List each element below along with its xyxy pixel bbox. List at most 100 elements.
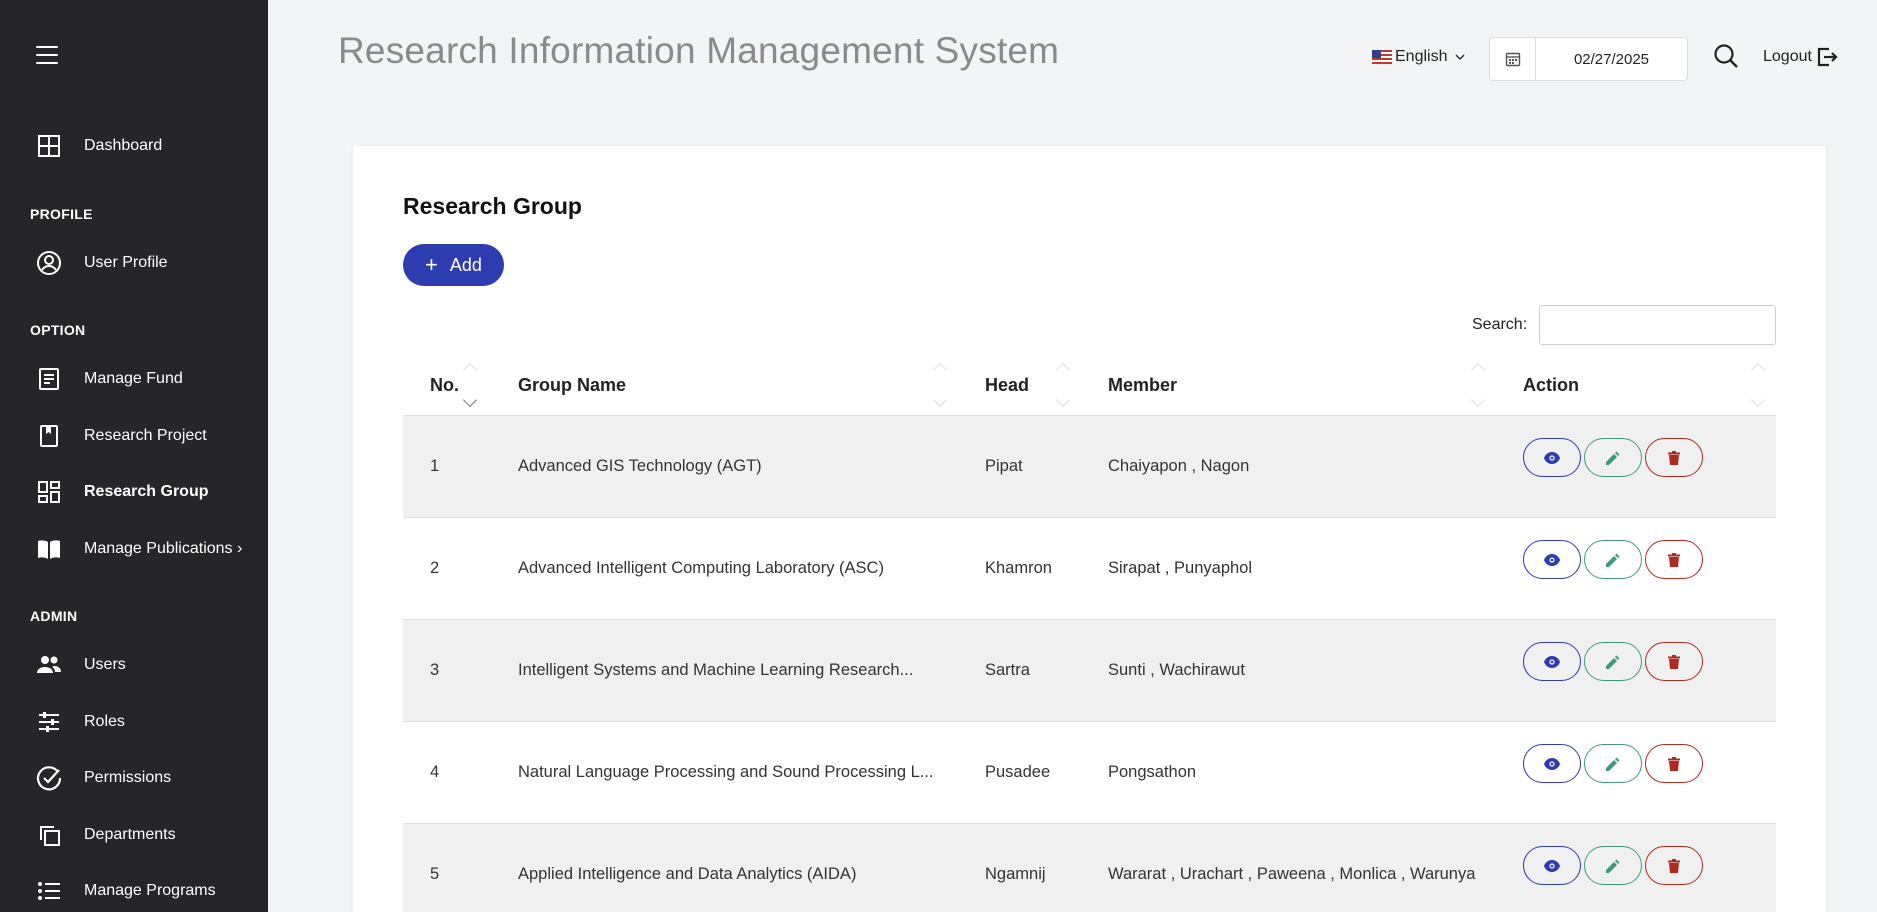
table-row: 3 Intelligent Systems and Machine Learni… [403, 620, 1776, 722]
sidebar-item-research-project[interactable]: Research Project [36, 418, 258, 454]
edit-button[interactable] [1584, 744, 1642, 783]
trash-icon [1668, 552, 1680, 567]
view-button[interactable] [1523, 438, 1581, 477]
sidebar-item-manage-programs[interactable]: Manage Programs [36, 873, 258, 909]
row-actions [1523, 744, 1703, 783]
us-flag-icon [1372, 50, 1392, 64]
sidebar-item-users[interactable]: Users [36, 647, 258, 683]
edit-button[interactable] [1584, 438, 1642, 477]
book-icon [36, 423, 62, 449]
language-label: English [1395, 48, 1448, 65]
sidebar-item-dashboard[interactable]: Dashboard [36, 128, 258, 164]
group-head: Pipat [985, 456, 1023, 475]
sidebar-item-research-group[interactable]: Research Group [36, 474, 258, 510]
sidebar-item-departments[interactable]: Departments [36, 817, 258, 853]
sort-icon[interactable] [1055, 359, 1071, 408]
edit-button[interactable] [1584, 642, 1642, 681]
sort-icon[interactable] [1750, 359, 1766, 408]
date-value: 02/27/2025 [1573, 50, 1650, 68]
logout-label: Logout [1763, 48, 1812, 65]
sidebar-item-manage-publications[interactable]: Manage Publications › [36, 531, 258, 567]
sort-icon[interactable] [1470, 359, 1486, 408]
sidebar-item-label: Research Group [84, 483, 209, 500]
eye-icon [1544, 655, 1560, 668]
table-row: 1 Advanced GIS Technology (AGT) Pipat Ch… [403, 416, 1776, 518]
sidebar-item-label: Manage Programs [84, 882, 216, 899]
group-name: Intelligent Systems and Machine Learning… [518, 660, 914, 679]
sliders-icon [36, 709, 62, 735]
sidebar-item-label: Manage Publications › [84, 540, 243, 557]
table-body: 1 Advanced GIS Technology (AGT) Pipat Ch… [403, 416, 1776, 912]
group-members: Wararat , Urachart , Paweena , Monlica ,… [1108, 864, 1476, 883]
delete-button[interactable] [1645, 744, 1703, 783]
sidebar-item-permissions[interactable]: Permissions [36, 760, 258, 796]
row-number: 3 [430, 660, 440, 679]
search-label: Search: [1472, 316, 1528, 333]
search-icon[interactable] [1713, 43, 1739, 74]
row-actions [1523, 642, 1703, 681]
trash-icon [1668, 858, 1680, 873]
sidebar-item-user-profile[interactable]: User Profile [36, 245, 258, 281]
trash-icon [1668, 450, 1680, 465]
sort-icon[interactable] [462, 359, 478, 408]
group-members: Sirapat , Punyaphol [1108, 558, 1253, 577]
pencil-icon [1606, 553, 1620, 567]
row-number: 2 [430, 558, 440, 577]
section-heading-profile: PROFILE [30, 206, 93, 222]
view-button[interactable] [1523, 744, 1581, 783]
calendar-icon[interactable] [1490, 38, 1536, 80]
section-heading-admin: ADMIN [30, 608, 78, 624]
delete-button[interactable] [1645, 540, 1703, 579]
view-button[interactable] [1523, 642, 1581, 681]
logout-button[interactable]: Logout [1763, 46, 1838, 68]
table-row: 5 Applied Intelligence and Data Analytic… [403, 824, 1776, 912]
add-label: Add [449, 254, 482, 275]
pencil-icon [1606, 757, 1620, 771]
sidebar-item-label: Departments [84, 826, 176, 843]
row-number: 5 [430, 864, 440, 883]
group-members: Pongsathon [1108, 762, 1197, 781]
dashboard-icon [36, 133, 62, 159]
edit-button[interactable] [1584, 540, 1642, 579]
column-header-group-name[interactable]: Group Name [518, 354, 626, 416]
language-selector[interactable]: English [1372, 48, 1467, 66]
delete-button[interactable] [1645, 642, 1703, 681]
column-header-head[interactable]: Head [985, 354, 1029, 416]
sidebar-item-manage-fund[interactable]: Manage Fund [36, 361, 258, 397]
sidebar-item-label: User Profile [84, 254, 168, 271]
sidebar: Dashboard PROFILE User Profile OPTION Ma… [0, 0, 268, 912]
section-heading-option: OPTION [30, 322, 86, 338]
date-picker[interactable]: 02/27/2025 [1489, 37, 1688, 81]
eye-icon [1544, 451, 1560, 464]
group-name: Natural Language Processing and Sound Pr… [518, 762, 934, 781]
trash-icon [1668, 756, 1680, 771]
view-button[interactable] [1523, 540, 1581, 579]
delete-button[interactable] [1645, 846, 1703, 885]
group-name: Advanced Intelligent Computing Laborator… [518, 558, 884, 577]
group-head: Sartra [985, 660, 1030, 679]
menu-toggle-icon[interactable] [36, 46, 58, 64]
view-button[interactable] [1523, 846, 1581, 885]
sidebar-item-label: Permissions [84, 769, 172, 786]
column-header-no[interactable]: No. [430, 354, 459, 416]
column-header-action[interactable]: Action [1523, 354, 1579, 416]
edit-button[interactable] [1584, 846, 1642, 885]
sort-icon[interactable] [932, 359, 948, 408]
group-head: Pusadee [985, 762, 1051, 781]
sidebar-item-roles[interactable]: Roles [36, 704, 258, 740]
eye-icon [1544, 859, 1560, 872]
sidebar-item-label: Roles [84, 713, 125, 730]
search-input[interactable] [1539, 305, 1776, 345]
table-row: 4 Natural Language Processing and Sound … [403, 722, 1776, 824]
row-actions [1523, 846, 1703, 885]
group-head: Khamron [985, 558, 1052, 577]
add-button[interactable]: + Add [403, 244, 504, 286]
table-header: No. Group Name Head Member Action [403, 354, 1776, 416]
delete-button[interactable] [1645, 438, 1703, 477]
column-header-member[interactable]: Member [1108, 354, 1177, 416]
copy-icon [36, 822, 62, 848]
trash-icon [1668, 654, 1680, 669]
group-members: Chaiyapon , Nagon [1108, 456, 1250, 475]
chevron-down-icon [1455, 54, 1466, 61]
group-name: Applied Intelligence and Data Analytics … [518, 864, 857, 883]
